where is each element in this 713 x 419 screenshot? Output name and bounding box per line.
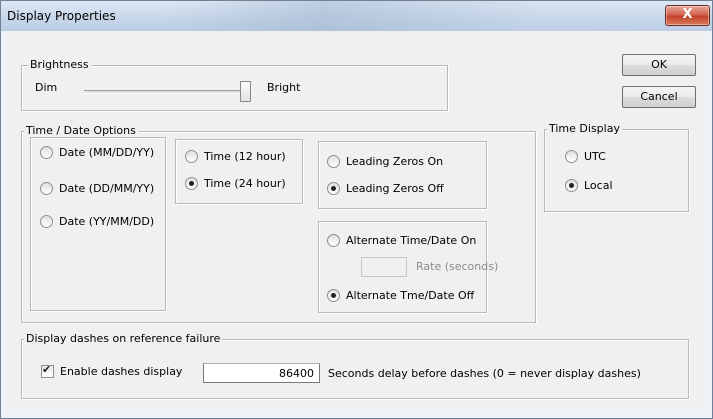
local-option[interactable]: Local: [565, 178, 613, 193]
date-format-box: Date (MM/DD/YY) Date (DD/MM/YY) Date (YY…: [30, 137, 166, 311]
window-title: Display Properties: [7, 9, 116, 23]
time-display-legend: Time Display: [547, 122, 622, 135]
date-mmddyy-radio[interactable]: [40, 145, 53, 159]
dialog-body: Brightness Dim Bright OK Cancel Time / D…: [8, 31, 704, 411]
dashes-delay-description: Seconds delay before dashes (0 = never d…: [328, 367, 641, 380]
utc-label: UTC: [584, 150, 606, 163]
brightness-legend: Brightness: [28, 58, 91, 71]
alternate-on-radio[interactable]: [327, 233, 340, 247]
close-icon: X: [682, 7, 693, 22]
enable-dashes-checkbox[interactable]: [41, 363, 54, 378]
dashes-legend: Display dashes on reference failure: [24, 332, 223, 345]
leading-zeros-off-option[interactable]: Leading Zeros Off: [327, 181, 444, 196]
leading-zeros-box: Leading Zeros On Leading Zeros Off: [318, 141, 487, 209]
alternate-on-label: Alternate Time/Date On: [346, 234, 477, 247]
time-display-group: Time Display UTC Local: [544, 122, 689, 212]
cancel-button[interactable]: Cancel: [622, 86, 696, 108]
close-button[interactable]: X: [665, 5, 710, 26]
leading-zeros-on-radio[interactable]: [327, 154, 340, 168]
alternate-on-option[interactable]: Alternate Time/Date On: [327, 233, 477, 248]
time-24h-option[interactable]: Time (24 hour): [185, 176, 286, 191]
title-bar[interactable]: Display Properties X: [1, 1, 712, 31]
date-mmddyy-option[interactable]: Date (MM/DD/YY): [40, 145, 155, 160]
alternate-time-date-box: Alternate Time/Date On Rate (seconds) Al…: [318, 221, 498, 313]
time-24h-radio[interactable]: [185, 176, 198, 190]
utc-option[interactable]: UTC: [565, 149, 606, 164]
leading-zeros-off-radio[interactable]: [327, 181, 340, 195]
leading-zeros-on-label: Leading Zeros On: [346, 155, 444, 168]
date-ddmmyy-radio[interactable]: [40, 181, 53, 195]
alternate-off-radio[interactable]: [327, 288, 340, 302]
brightness-group: Brightness Dim Bright: [21, 58, 448, 111]
date-mmddyy-label: Date (MM/DD/YY): [59, 146, 155, 159]
alternate-off-option[interactable]: Alternate Tme/Date Off: [327, 288, 475, 303]
enable-dashes-label: Enable dashes display: [60, 365, 183, 378]
date-yymmdd-label: Date (YY/MM/DD): [59, 215, 155, 228]
date-ddmmyy-label: Date (DD/MM/YY): [59, 182, 155, 195]
brightness-slider-thumb[interactable]: [240, 81, 251, 102]
alternate-off-label: Alternate Tme/Date Off: [346, 289, 475, 302]
time-date-options-legend: Time / Date Options: [24, 124, 138, 137]
dashes-delay-input[interactable]: 86400: [203, 363, 320, 383]
time-12h-radio[interactable]: [185, 149, 198, 163]
time-format-box: Time (12 hour) Time (24 hour): [175, 139, 303, 204]
date-ddmmyy-option[interactable]: Date (DD/MM/YY): [40, 181, 155, 196]
dashes-group: Display dashes on reference failure Enab…: [21, 332, 689, 399]
date-yymmdd-option[interactable]: Date (YY/MM/DD): [40, 214, 155, 229]
leading-zeros-on-option[interactable]: Leading Zeros On: [327, 154, 444, 169]
time-12h-label: Time (12 hour): [204, 150, 286, 163]
display-properties-window: Display Properties X Brightness Dim Brig…: [0, 0, 713, 419]
date-yymmdd-radio[interactable]: [40, 214, 53, 228]
brightness-slider-track[interactable]: [84, 90, 244, 94]
rate-seconds-label: Rate (seconds): [416, 260, 499, 273]
utc-radio[interactable]: [565, 149, 578, 163]
local-label: Local: [584, 179, 613, 192]
leading-zeros-off-label: Leading Zeros Off: [346, 182, 444, 195]
title-bar-shade: [161, 1, 701, 31]
ok-button[interactable]: OK: [622, 54, 696, 76]
time-12h-option[interactable]: Time (12 hour): [185, 149, 286, 164]
time-24h-label: Time (24 hour): [204, 177, 286, 190]
rate-seconds-input[interactable]: [361, 257, 407, 277]
brightness-bright-label: Bright: [267, 81, 301, 94]
enable-dashes-option[interactable]: Enable dashes display: [41, 363, 183, 379]
local-radio[interactable]: [565, 178, 578, 192]
brightness-dim-label: Dim: [35, 81, 58, 94]
